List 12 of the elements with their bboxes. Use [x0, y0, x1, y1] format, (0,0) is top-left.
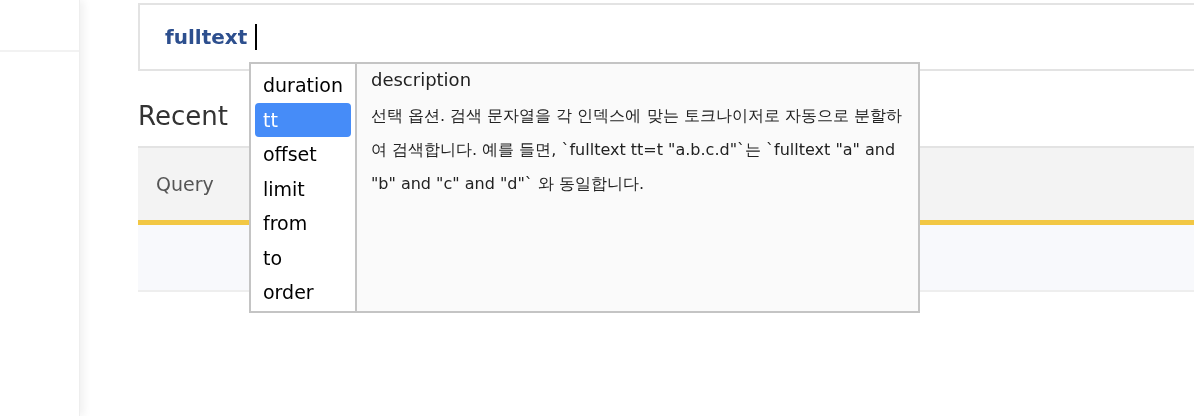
suggestion-item[interactable]: offset	[255, 137, 351, 172]
section-heading: Recent	[138, 101, 228, 133]
suggestion-item[interactable]: from	[255, 206, 351, 241]
description-title: description	[370, 68, 473, 92]
text-cursor	[255, 24, 258, 50]
suggestion-item[interactable]: order	[255, 275, 351, 310]
query-keyword: fulltext	[165, 24, 248, 51]
description-text: 선택 옵션. 검색 문자열을 각 인덱스에 맞는 토크나이저로 자동으로 분할하여 검색합니다. 예를 들면, `fulltext tt=t "a.b.c.d"`는 `fulltext "a" and "b" and "c" and "d"` 와 동일합니다.	[370, 105, 903, 195]
suggestion-item[interactable]: to	[255, 240, 351, 275]
suggestion-item[interactable]: duration	[255, 68, 351, 103]
column-header: Query	[156, 172, 214, 195]
suggestion-item[interactable]: limit	[255, 171, 351, 206]
